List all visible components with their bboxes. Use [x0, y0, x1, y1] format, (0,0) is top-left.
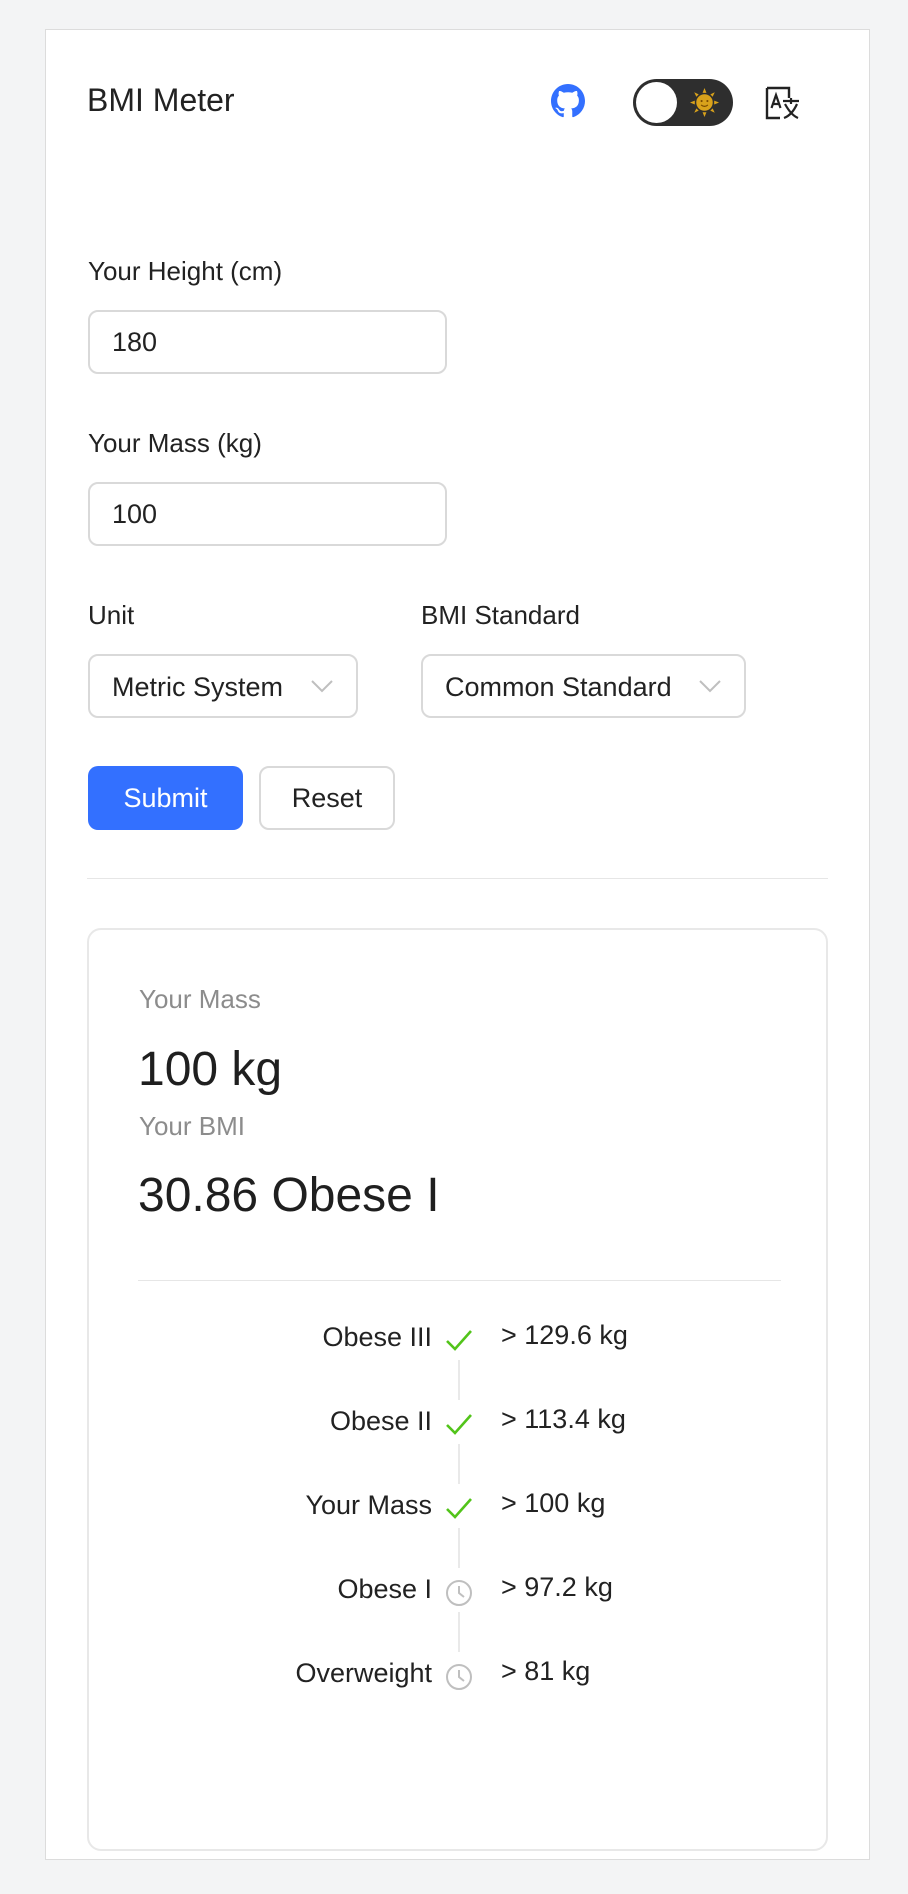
height-input[interactable]: [88, 310, 447, 374]
timeline-connector: [458, 1612, 460, 1652]
app-card: BMI Meter Your Height (cm) 180 Your Mass…: [45, 29, 870, 1860]
chevron-down-icon: [311, 680, 333, 693]
standard-select[interactable]: Common Standard: [421, 654, 746, 718]
timeline-item-value: > 81 kg: [501, 1656, 591, 1686]
unit-label: Unit: [88, 600, 135, 630]
clock-icon: [446, 1580, 472, 1606]
timeline-item: Obese III > 129.6 kg: [89, 1320, 826, 1360]
timeline-item-label: Your Mass: [305, 1490, 432, 1520]
result-mass-title: Your Mass: [139, 984, 261, 1014]
timeline-item: Obese II > 113.4 kg: [89, 1404, 826, 1444]
unit-select[interactable]: Metric System: [88, 654, 358, 718]
result-card: Your Mass 100 kg Your BMI 30.86 Obese I …: [87, 928, 828, 1851]
unit-select-value: Metric System: [112, 672, 284, 702]
sun-icon: [689, 87, 720, 118]
standard-label: BMI Standard: [421, 600, 580, 630]
timeline-item: Overweight > 81 kg: [89, 1656, 826, 1696]
timeline-item-label: Obese II: [329, 1406, 432, 1436]
timeline-item-label: Obese I: [337, 1574, 432, 1604]
timeline-connector: [458, 1444, 460, 1484]
mass-label: Your Mass (kg): [88, 428, 262, 458]
github-icon[interactable]: [551, 84, 585, 118]
check-icon: [446, 1498, 472, 1519]
theme-toggle[interactable]: [633, 79, 733, 126]
timeline-item-value: > 129.6 kg: [501, 1320, 628, 1350]
check-icon: [446, 1330, 472, 1351]
result-bmi-value: 30.86 Obese I: [138, 1169, 440, 1222]
check-icon: [446, 1414, 472, 1435]
result-bmi-title: Your BMI: [139, 1111, 245, 1141]
timeline-item-value: > 97.2 kg: [501, 1572, 613, 1602]
standard-select-value: Common Standard: [445, 672, 672, 702]
submit-button[interactable]: Submit: [88, 766, 243, 830]
timeline-item-value: > 113.4 kg: [501, 1404, 626, 1434]
timeline-item: Your Mass > 100 kg: [89, 1488, 826, 1528]
timeline-item-value: > 100 kg: [501, 1488, 606, 1518]
clock-icon: [446, 1664, 472, 1690]
header: BMI Meter: [46, 30, 869, 180]
result-mass-value: 100 kg: [138, 1043, 283, 1096]
toggle-knob: [636, 82, 677, 123]
app-title: BMI Meter: [87, 82, 235, 118]
chevron-down-icon: [699, 680, 721, 693]
timeline-item: Obese I > 97.2 kg: [89, 1572, 826, 1612]
timeline-item-label: Obese III: [322, 1322, 432, 1352]
translate-icon[interactable]: [764, 85, 802, 121]
result-divider: [138, 1280, 781, 1281]
mass-input[interactable]: [88, 482, 447, 546]
reset-button[interactable]: Reset: [259, 766, 395, 830]
height-label: Your Height (cm): [88, 256, 283, 286]
timeline-connector: [458, 1528, 460, 1568]
timeline-item-label: Overweight: [295, 1658, 432, 1688]
timeline-connector: [458, 1360, 460, 1400]
divider: [87, 878, 828, 879]
